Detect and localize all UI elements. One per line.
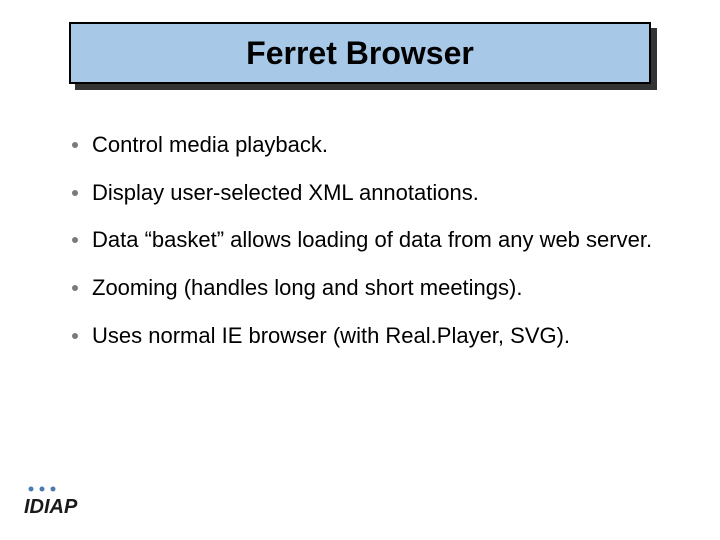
bullet-text: Display user-selected XML annotations. bbox=[92, 178, 479, 208]
bullet-icon bbox=[72, 237, 78, 243]
bullet-icon bbox=[72, 285, 78, 291]
list-item: Data “basket” allows loading of data fro… bbox=[72, 225, 672, 255]
bullet-icon bbox=[72, 333, 78, 339]
list-item: Uses normal IE browser (with Real.Player… bbox=[72, 321, 672, 351]
bullet-text: Zooming (handles long and short meetings… bbox=[92, 273, 522, 303]
bullet-icon bbox=[72, 190, 78, 196]
page-title: Ferret Browser bbox=[246, 35, 474, 72]
title-box: Ferret Browser bbox=[69, 22, 651, 84]
bullet-text: Data “basket” allows loading of data fro… bbox=[92, 225, 652, 255]
list-item: Zooming (handles long and short meetings… bbox=[72, 273, 672, 303]
bullet-text: Uses normal IE browser (with Real.Player… bbox=[92, 321, 570, 351]
list-item: Control media playback. bbox=[72, 130, 672, 160]
idiap-logo: IDIAP bbox=[24, 483, 102, 524]
list-item: Display user-selected XML annotations. bbox=[72, 178, 672, 208]
bullet-text: Control media playback. bbox=[92, 130, 328, 160]
bullet-list: Control media playback. Display user-sel… bbox=[72, 130, 672, 368]
svg-text:IDIAP: IDIAP bbox=[24, 496, 78, 518]
bullet-icon bbox=[72, 142, 78, 148]
